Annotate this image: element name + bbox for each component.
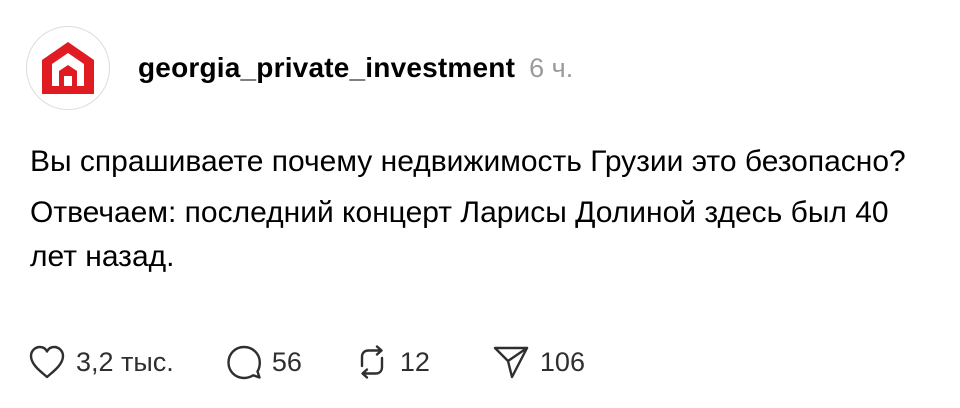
repost-icon xyxy=(360,345,384,379)
share-button[interactable]: 106 xyxy=(492,344,585,380)
repost-button[interactable]: 12 xyxy=(354,344,430,380)
red-house-logo-icon xyxy=(42,42,94,94)
repost-count: 12 xyxy=(399,346,430,377)
send-icon xyxy=(493,346,529,379)
thread-post: georgia_private_investment 6 ч. Вы спраш… xyxy=(0,0,960,408)
post-header: georgia_private_investment 6 ч. xyxy=(26,26,573,110)
post-actions: 3,2 тыс. 56 12 106 xyxy=(28,340,585,384)
post-paragraph: Отвечаем: последний концерт Ларисы Долин… xyxy=(30,196,889,273)
heart-icon xyxy=(29,345,65,379)
like-button[interactable]: 3,2 тыс. xyxy=(28,344,174,380)
reply-count: 56 xyxy=(271,346,302,377)
avatar[interactable] xyxy=(26,26,110,110)
post-timestamp: 6 ч. xyxy=(529,52,574,83)
author-username[interactable]: georgia_private_investment xyxy=(138,52,515,84)
post-text: Вы спрашиваете почему недвижимость Грузи… xyxy=(30,140,940,286)
share-count: 106 xyxy=(539,346,585,377)
reply-button[interactable]: 56 xyxy=(226,344,302,380)
speech-bubble-icon xyxy=(227,345,261,380)
like-count: 3,2 тыс. xyxy=(76,346,174,377)
post-paragraph: Вы спрашиваете почему недвижимость Грузи… xyxy=(30,145,906,178)
